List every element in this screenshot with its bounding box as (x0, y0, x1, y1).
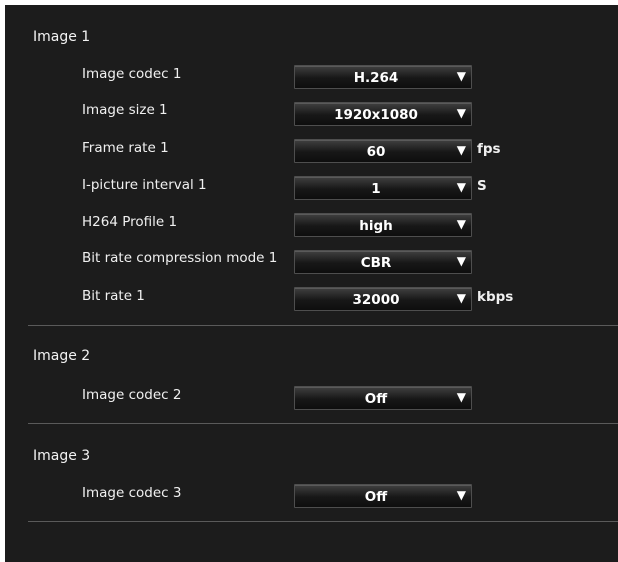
bit-rate-compression-mode-1-value: CBR (360, 255, 392, 271)
image-codec-1-select[interactable]: H.264 ▼ (294, 65, 472, 89)
section-title-image-3: Image 3 (33, 448, 91, 464)
image-size-1-value: 1920x1080 (334, 107, 418, 123)
label-image-codec-1: Image codec 1 (82, 66, 182, 82)
section-divider (28, 423, 618, 424)
triangle-down-icon: ▼ (456, 69, 466, 83)
settings-panel: Image 1 Image codec 1 H.264 ▼ Image size… (5, 5, 618, 562)
image-codec-2-value: Off (364, 391, 388, 407)
bit-rate-1-value: 32000 (352, 292, 400, 308)
label-image-codec-3: Image codec 3 (82, 485, 182, 501)
section-title-image-1: Image 1 (33, 29, 91, 45)
image-codec-3-value: Off (364, 489, 388, 505)
section-title-image-2: Image 2 (33, 348, 91, 364)
image-codec-2-select[interactable]: Off ▼ (294, 386, 472, 410)
image-codec-3-select[interactable]: Off ▼ (294, 484, 472, 508)
label-h264-profile-1: H264 Profile 1 (82, 214, 178, 230)
i-picture-interval-unit: S (477, 178, 487, 194)
i-picture-interval-1-select[interactable]: 1 ▼ (294, 176, 472, 200)
triangle-down-icon: ▼ (456, 143, 466, 157)
label-image-codec-2: Image codec 2 (82, 387, 182, 403)
image-codec-1-value: H.264 (353, 70, 399, 86)
h264-profile-1-value: high (359, 218, 393, 234)
frame-rate-unit: fps (477, 141, 501, 157)
section-divider (28, 521, 618, 522)
frame-rate-1-value: 60 (366, 144, 386, 160)
label-frame-rate-1: Frame rate 1 (82, 140, 169, 156)
triangle-down-icon: ▼ (456, 106, 466, 120)
label-bit-rate-compression-mode-1: Bit rate compression mode 1 (82, 250, 278, 266)
image-size-1-select[interactable]: 1920x1080 ▼ (294, 102, 472, 126)
frame-rate-1-select[interactable]: 60 ▼ (294, 139, 472, 163)
label-bit-rate-1: Bit rate 1 (82, 288, 145, 304)
h264-profile-1-select[interactable]: high ▼ (294, 213, 472, 237)
triangle-down-icon: ▼ (456, 254, 466, 268)
bit-rate-unit: kbps (477, 289, 514, 305)
triangle-down-icon: ▼ (456, 180, 466, 194)
i-picture-interval-1-value: 1 (371, 181, 381, 197)
triangle-down-icon: ▼ (456, 291, 466, 305)
triangle-down-icon: ▼ (456, 488, 466, 502)
label-image-size-1: Image size 1 (82, 102, 168, 118)
triangle-down-icon: ▼ (456, 217, 466, 231)
bit-rate-compression-mode-1-select[interactable]: CBR ▼ (294, 250, 472, 274)
bit-rate-1-select[interactable]: 32000 ▼ (294, 287, 472, 311)
section-divider (28, 325, 618, 326)
triangle-down-icon: ▼ (456, 390, 466, 404)
label-i-picture-interval-1: I-picture interval 1 (82, 177, 207, 193)
